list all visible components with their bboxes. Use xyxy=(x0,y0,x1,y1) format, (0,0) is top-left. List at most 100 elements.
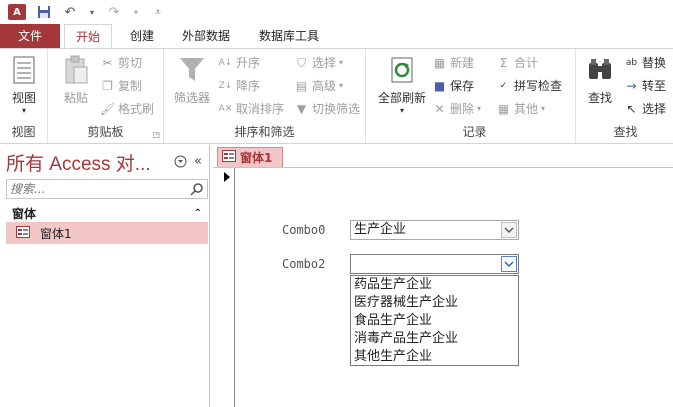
combo0-value: 生产企业 xyxy=(354,222,407,237)
selection-label: 选择 xyxy=(312,56,337,70)
select-button[interactable]: ↖ 选择 xyxy=(624,99,666,119)
save-record-label: 保存 xyxy=(450,79,475,93)
replace-button[interactable]: ab 替换 xyxy=(624,53,666,73)
document-area: 窗体1 Combo0 生产企业 Combo2 药品生产企业 医疗器械生产企业 食… xyxy=(213,145,673,407)
access-logo-icon: A xyxy=(8,4,26,20)
chevron-down-icon[interactable]: ▾ xyxy=(88,4,96,20)
ascending-button[interactable]: A↓ 升序 xyxy=(218,53,260,73)
filter-icon xyxy=(176,53,208,87)
delete-record-button[interactable]: ✕ 删除 ▾ xyxy=(432,99,481,119)
group-clipboard: 粘贴 ✂ 剪切 ❐ 复制 🖌 格式刷 剪贴板 ◳ xyxy=(48,49,164,143)
combo0-label: Combo0 xyxy=(282,223,326,237)
paste-button[interactable]: 粘贴 xyxy=(54,53,98,106)
descending-label: 降序 xyxy=(236,79,261,93)
format-painter-icon: 🖌 xyxy=(99,102,116,116)
nav-item-label: 窗体1 xyxy=(40,226,72,241)
format-painter-button[interactable]: 🖌 格式刷 xyxy=(100,99,154,119)
search-icon[interactable] xyxy=(190,182,204,196)
form-icon xyxy=(222,150,236,165)
document-tab-label: 窗体1 xyxy=(240,151,273,165)
combo2-select[interactable] xyxy=(350,254,519,274)
ascending-label: 升序 xyxy=(236,56,261,70)
tab-external-data[interactable]: 外部数据 xyxy=(178,24,234,48)
chevron-down-icon: ▾ xyxy=(339,81,344,90)
tab-database-tools[interactable]: 数据库工具 xyxy=(254,24,324,48)
copy-button[interactable]: ❐ 复制 xyxy=(100,76,142,96)
combo0-select[interactable]: 生产企业 xyxy=(350,220,519,240)
totals-label: 合计 xyxy=(514,56,539,70)
ribbon: 视图 ▾ 视图 粘贴 ✂ 剪切 ❐ 复制 🖌 格式刷 剪贴板 ◳ 筛选器 A↓ … xyxy=(0,48,673,144)
goto-button[interactable]: → 转至 xyxy=(624,76,666,96)
find-button[interactable]: 查找 xyxy=(580,53,620,106)
collapse-section-icon[interactable]: ⌃ xyxy=(194,208,202,219)
dropdown-option[interactable]: 医疗器械生产企业 xyxy=(351,294,518,312)
tab-home[interactable]: 开始 xyxy=(64,24,112,48)
dropdown-option[interactable]: 食品生产企业 xyxy=(351,312,518,330)
sort-descending-icon: Z↓ xyxy=(218,81,233,91)
search-input[interactable] xyxy=(7,180,187,198)
filter-label: 筛选器 xyxy=(173,91,210,105)
navigation-pane: 所有 Access 对... « 窗体 ⌃ 窗体1 xyxy=(0,145,210,407)
combo2-dropdown-list: 药品生产企业 医疗器械生产企业 食品生产企业 消毒产品生产企业 其他生产企业 xyxy=(350,275,519,366)
dialog-launcher-icon[interactable]: ◳ xyxy=(152,130,160,139)
group-title: 记录 xyxy=(462,125,487,139)
record-selector[interactable] xyxy=(221,168,235,407)
more-button[interactable]: ▦ 其他 ▾ xyxy=(496,99,545,119)
copy-label: 复制 xyxy=(118,79,143,93)
save-icon[interactable] xyxy=(36,4,52,20)
undo-icon[interactable]: ↶ xyxy=(62,4,78,20)
sigma-icon: Σ xyxy=(499,56,508,70)
combo2-label: Combo2 xyxy=(282,257,326,271)
selection-button[interactable]: ⛉ 选择 ▾ xyxy=(294,53,343,73)
descending-button[interactable]: Z↓ 降序 xyxy=(218,76,260,96)
sort-ascending-icon: A↓ xyxy=(218,58,233,68)
chevron-down-icon[interactable] xyxy=(501,256,517,272)
collapse-pane-icon[interactable]: « xyxy=(191,154,205,169)
nav-pane-title[interactable]: 所有 Access 对... xyxy=(6,149,151,176)
customize-icon[interactable]: ⩡ xyxy=(150,4,166,20)
chevron-down-icon: ▾ xyxy=(399,106,404,115)
chevron-down-icon: ▾ xyxy=(541,104,546,113)
dropdown-option[interactable]: 药品生产企业 xyxy=(351,276,518,294)
advanced-filter-icon: ▤ xyxy=(295,79,308,93)
document-tab-form1[interactable]: 窗体1 xyxy=(217,147,283,167)
scissors-icon: ✂ xyxy=(102,56,113,70)
toggle-filter-icon: ▼ xyxy=(296,102,307,116)
chevron-down-icon[interactable] xyxy=(501,222,517,238)
new-record-button[interactable]: ▦ 新建 xyxy=(432,53,474,73)
copy-icon: ❐ xyxy=(102,79,113,93)
advanced-button[interactable]: ▤ 高级 ▾ xyxy=(294,76,343,96)
dropdown-option[interactable]: 消毒产品生产企业 xyxy=(351,330,518,348)
toggle-filter-button[interactable]: ▼ 切换筛选 xyxy=(294,99,360,119)
save-icon: ■ xyxy=(433,79,446,93)
view-button[interactable]: 视图 ▾ xyxy=(2,53,46,115)
refresh-icon xyxy=(386,53,418,87)
dropdown-option[interactable]: 其他生产企业 xyxy=(351,348,518,366)
advanced-label: 高级 xyxy=(312,79,337,93)
cursor-icon: ↖ xyxy=(626,102,637,116)
totals-button[interactable]: Σ 合计 xyxy=(496,53,538,73)
nav-item-form1[interactable]: 窗体1 xyxy=(6,222,208,244)
tab-create[interactable]: 创建 xyxy=(124,24,160,48)
spelling-label: 拼写检查 xyxy=(514,79,563,93)
chevron-down-icon: ▾ xyxy=(21,106,26,115)
tab-file[interactable]: 文件 xyxy=(0,24,60,48)
redo-icon[interactable]: ↷ xyxy=(106,4,122,20)
spelling-button[interactable]: ✓ 拼写检查 xyxy=(496,76,562,96)
spelling-icon: ✓ xyxy=(499,81,508,91)
chevron-down-icon[interactable]: ▾ xyxy=(132,4,140,20)
view-icon xyxy=(8,53,40,87)
group-title: 视图 xyxy=(11,125,36,139)
cut-button[interactable]: ✂ 剪切 xyxy=(100,53,142,73)
chevron-down-icon[interactable] xyxy=(173,154,187,168)
remove-sort-button[interactable]: A✕ 取消排序 xyxy=(218,99,284,119)
refresh-all-button[interactable]: 全部刷新 ▾ xyxy=(376,53,428,115)
remove-sort-label: 取消排序 xyxy=(236,102,285,116)
new-record-label: 新建 xyxy=(450,56,475,70)
filter-button[interactable]: 筛选器 xyxy=(170,53,214,106)
nav-section-forms[interactable]: 窗体 ⌃ xyxy=(6,204,208,222)
current-record-icon xyxy=(224,172,230,182)
remove-sort-icon: A✕ xyxy=(218,104,233,114)
more-icon: ▦ xyxy=(497,102,510,116)
save-record-button[interactable]: ■ 保存 xyxy=(432,76,474,96)
